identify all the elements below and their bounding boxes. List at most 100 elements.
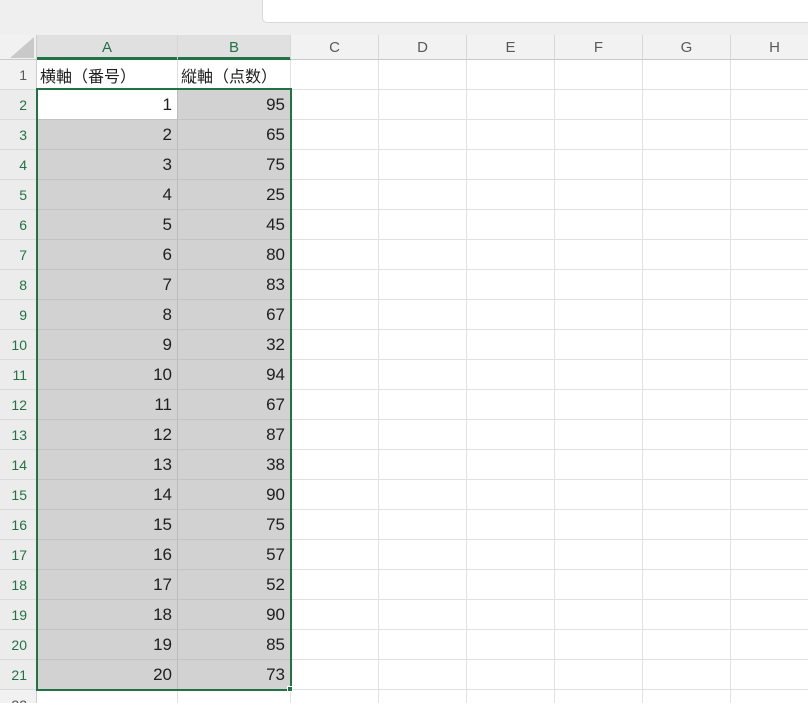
cell-B4[interactable]: 75 xyxy=(178,150,291,180)
cell-H12[interactable] xyxy=(731,390,808,420)
row-header-15[interactable]: 15 xyxy=(0,480,37,510)
cell-G10[interactable] xyxy=(643,330,731,360)
cell-B18[interactable]: 52 xyxy=(178,570,291,600)
cell-D9[interactable] xyxy=(379,300,467,330)
cell-G18[interactable] xyxy=(643,570,731,600)
cell-D13[interactable] xyxy=(379,420,467,450)
cell-A4[interactable]: 3 xyxy=(37,150,178,180)
cell-F15[interactable] xyxy=(555,480,643,510)
cell-E10[interactable] xyxy=(467,330,555,360)
cell-B13[interactable]: 87 xyxy=(178,420,291,450)
column-header-D[interactable]: D xyxy=(379,35,467,60)
cell-E17[interactable] xyxy=(467,540,555,570)
cell-B5[interactable]: 25 xyxy=(178,180,291,210)
fill-handle[interactable] xyxy=(287,686,293,692)
cell-A6[interactable]: 5 xyxy=(37,210,178,240)
cell-F11[interactable] xyxy=(555,360,643,390)
cell-G4[interactable] xyxy=(643,150,731,180)
cell-E18[interactable] xyxy=(467,570,555,600)
cell-B20[interactable]: 85 xyxy=(178,630,291,660)
cell-A2[interactable]: 1 xyxy=(37,90,178,120)
cell-C10[interactable] xyxy=(291,330,379,360)
cell-B17[interactable]: 57 xyxy=(178,540,291,570)
cell-E9[interactable] xyxy=(467,300,555,330)
cell-F2[interactable] xyxy=(555,90,643,120)
cell-D10[interactable] xyxy=(379,330,467,360)
row-header-2[interactable]: 2 xyxy=(0,90,37,120)
row-header-18[interactable]: 18 xyxy=(0,570,37,600)
cell-E20[interactable] xyxy=(467,630,555,660)
cell-B12[interactable]: 67 xyxy=(178,390,291,420)
cell-H20[interactable] xyxy=(731,630,808,660)
cell-H18[interactable] xyxy=(731,570,808,600)
cell-C6[interactable] xyxy=(291,210,379,240)
cell-G16[interactable] xyxy=(643,510,731,540)
row-header-8[interactable]: 8 xyxy=(0,270,37,300)
cell-D17[interactable] xyxy=(379,540,467,570)
cell-A3[interactable]: 2 xyxy=(37,120,178,150)
cell-F20[interactable] xyxy=(555,630,643,660)
cell-A17[interactable]: 16 xyxy=(37,540,178,570)
cell-C4[interactable] xyxy=(291,150,379,180)
cell-F13[interactable] xyxy=(555,420,643,450)
cell-C13[interactable] xyxy=(291,420,379,450)
cell-B16[interactable]: 75 xyxy=(178,510,291,540)
cell-E11[interactable] xyxy=(467,360,555,390)
cell-E22[interactable] xyxy=(467,690,555,703)
cell-E14[interactable] xyxy=(467,450,555,480)
cell-G14[interactable] xyxy=(643,450,731,480)
cell-G15[interactable] xyxy=(643,480,731,510)
cell-C5[interactable] xyxy=(291,180,379,210)
cell-H8[interactable] xyxy=(731,270,808,300)
cell-A15[interactable]: 14 xyxy=(37,480,178,510)
row-header-1[interactable]: 1 xyxy=(0,60,37,90)
cell-B10[interactable]: 32 xyxy=(178,330,291,360)
cell-H5[interactable] xyxy=(731,180,808,210)
cell-C14[interactable] xyxy=(291,450,379,480)
select-all-button[interactable] xyxy=(0,35,37,60)
cell-H19[interactable] xyxy=(731,600,808,630)
cell-F12[interactable] xyxy=(555,390,643,420)
cell-H17[interactable] xyxy=(731,540,808,570)
cell-G21[interactable] xyxy=(643,660,731,690)
cell-A11[interactable]: 10 xyxy=(37,360,178,390)
cell-G1[interactable] xyxy=(643,60,731,90)
cell-G11[interactable] xyxy=(643,360,731,390)
column-header-A[interactable]: A xyxy=(37,35,178,60)
cell-G5[interactable] xyxy=(643,180,731,210)
cell-B22[interactable] xyxy=(178,690,291,703)
column-header-B[interactable]: B xyxy=(178,35,291,60)
cell-C3[interactable] xyxy=(291,120,379,150)
cell-G9[interactable] xyxy=(643,300,731,330)
cell-E12[interactable] xyxy=(467,390,555,420)
cell-A8[interactable]: 7 xyxy=(37,270,178,300)
cell-G6[interactable] xyxy=(643,210,731,240)
row-header-4[interactable]: 4 xyxy=(0,150,37,180)
cell-C21[interactable] xyxy=(291,660,379,690)
cell-B21[interactable]: 73 xyxy=(178,660,291,690)
cell-C11[interactable] xyxy=(291,360,379,390)
cell-E4[interactable] xyxy=(467,150,555,180)
cell-E5[interactable] xyxy=(467,180,555,210)
cell-A20[interactable]: 19 xyxy=(37,630,178,660)
cell-D19[interactable] xyxy=(379,600,467,630)
cell-E8[interactable] xyxy=(467,270,555,300)
cell-B6[interactable]: 45 xyxy=(178,210,291,240)
cell-D14[interactable] xyxy=(379,450,467,480)
cell-H13[interactable] xyxy=(731,420,808,450)
row-header-5[interactable]: 5 xyxy=(0,180,37,210)
cell-E3[interactable] xyxy=(467,120,555,150)
cell-B11[interactable]: 94 xyxy=(178,360,291,390)
cell-A21[interactable]: 20 xyxy=(37,660,178,690)
cell-C16[interactable] xyxy=(291,510,379,540)
cell-H9[interactable] xyxy=(731,300,808,330)
cell-A10[interactable]: 9 xyxy=(37,330,178,360)
cell-H15[interactable] xyxy=(731,480,808,510)
cell-F22[interactable] xyxy=(555,690,643,703)
cell-F21[interactable] xyxy=(555,660,643,690)
cell-G17[interactable] xyxy=(643,540,731,570)
formula-bar-input[interactable] xyxy=(262,0,808,23)
cell-E6[interactable] xyxy=(467,210,555,240)
cell-A7[interactable]: 6 xyxy=(37,240,178,270)
column-header-C[interactable]: C xyxy=(291,35,379,60)
